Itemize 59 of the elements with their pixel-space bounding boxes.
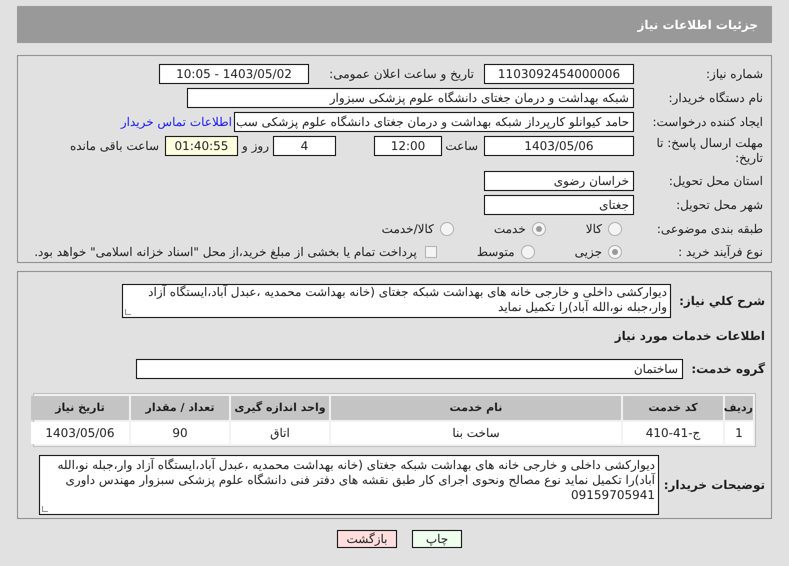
resize-icon (125, 309, 131, 315)
radio-button[interactable] (520, 245, 535, 260)
field-label: تاریخ و ساعت اعلان عمومی: (328, 66, 475, 83)
field-label: مهلت ارسال پاسخ: تا تاریخ: (655, 136, 764, 166)
field-label: شرح کلي نياز: (678, 293, 766, 310)
field-label: توضیحات خریدار: (662, 477, 766, 494)
radio-button[interactable] (608, 222, 622, 236)
field-label: ساعت (444, 138, 479, 155)
table-cell: 90 (131, 422, 229, 444)
field-label: ساعت باقی مانده (70, 138, 160, 155)
radio-label: کالا (586, 220, 602, 238)
checkbox[interactable] (424, 246, 437, 258)
field-label: نوع فرآیند خرید : (677, 244, 764, 262)
field-label: طبقه بندی موضوعی: (656, 220, 764, 238)
radio-label: خدمت (494, 220, 526, 238)
text-field[interactable]: جغتای (484, 195, 634, 216)
table-cell: اتاق (231, 422, 329, 444)
column-header: نام خدمت (331, 396, 621, 420)
summary-textarea[interactable]: دیوارکشی داخلی و خارجی خانه های بهداشت شبکه جغتای (خانه بهداشت محمدیه ،عبدل آباد،ایستگاه آزاد وار،جبله نو،الله آباد)را تکمیل نماید (122, 284, 671, 318)
text-field[interactable]: خراسان رضوی (484, 171, 634, 192)
table-cell: ساخت بنا (331, 422, 621, 444)
checkbox-label: پرداخت تمام یا بخشی از مبلغ خرید،از محل "اسناد خزانه اسلامی" خواهد بود. (34, 244, 417, 262)
section-heading: اطلاعات خدمات مورد نياز (613, 328, 766, 345)
field-label: استان محل تحویل: (668, 173, 764, 190)
field-label: شهر محل تحویل: (675, 197, 764, 214)
field-label: نام دستگاه خریدار: (668, 90, 764, 107)
text-field[interactable]: 1403/05/06 (484, 136, 634, 156)
resize-icon (42, 506, 48, 512)
text-field[interactable]: 4 (273, 136, 336, 156)
column-header: واحد اندازه گیری (231, 396, 329, 420)
text-field[interactable]: حامد کیوانلو کارپرداز شبکه بهداشت و درمان جغتای دانشگاه علوم پزشکی سب (234, 112, 634, 132)
table-cell: 1403/05/06 (31, 422, 129, 444)
text-field[interactable]: ساختمان (136, 359, 683, 379)
field-label: شماره نیاز: (705, 66, 764, 83)
text-field[interactable]: 12:00 (374, 136, 442, 156)
print-button[interactable]: چاپ (412, 530, 462, 548)
back-button[interactable]: بازگشت (337, 530, 397, 548)
text-field[interactable]: شبکه بهداشت و درمان جغتای دانشگاه علوم پزشکی سبزوار (187, 88, 634, 108)
text-field[interactable]: 1103092454000006 (484, 64, 634, 84)
column-header: کد خدمت (623, 396, 723, 420)
column-header: تاریخ نیاز (31, 396, 129, 420)
field-label: ایجاد کننده درخواست: (651, 114, 764, 131)
text-field[interactable]: 01:40:55 (165, 136, 238, 156)
radio-button[interactable] (608, 245, 622, 260)
contact-link[interactable]: اطلاعات تماس خریدار (120, 113, 234, 131)
text-field[interactable]: 1403/05/02 - 10:05 (159, 64, 309, 84)
radio-button[interactable] (440, 222, 454, 236)
column-header: تعداد / مقدار (131, 396, 229, 420)
page-title: جزئیات اطلاعات نیاز (637, 16, 758, 34)
column-header: ردیف (725, 396, 753, 420)
notes-textarea[interactable]: دیوارکشی داخلی و خارجی خانه های بهداشت شبکه جغتای (خانه بهداشت محمدیه ،عبدل آباد،ایستگاه آزاد وار،جبله نو،الله آباد)را تکمیل نماید نوع مصالح ونحوی اجرای کار طبق نقشه های دفتر فنی دانشگاه علوم پزشکی سبزوار مهندس داوری 09159705941 (39, 455, 659, 515)
radio-label: کالا/خدمت (382, 220, 434, 238)
radio-label: جزیی (574, 244, 602, 262)
radio-button[interactable] (532, 222, 546, 236)
field-label: روز و (240, 138, 270, 155)
table-cell: ج-41-410 (623, 422, 723, 444)
field-label: گروه خدمت: (690, 361, 766, 378)
radio-label: متوسط (476, 244, 515, 262)
table-cell: 1 (725, 422, 753, 444)
